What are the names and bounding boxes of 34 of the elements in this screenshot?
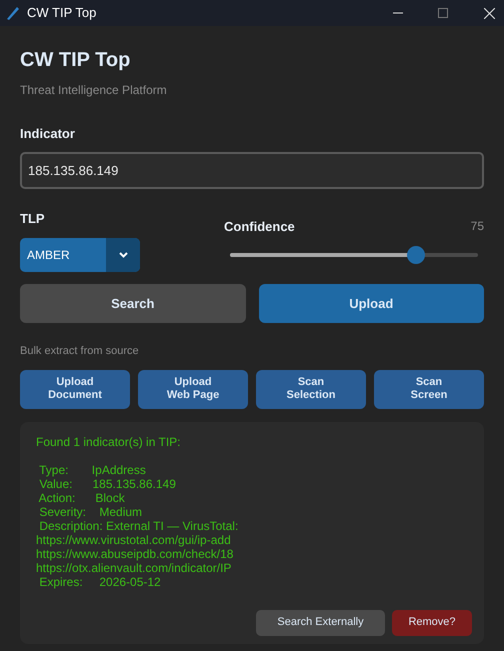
bulk-extract-label: Bulk extract from source: [20, 344, 140, 359]
result-line: Action: Block: [38, 490, 126, 504]
search-button[interactable]: Search: [20, 284, 246, 323]
upload-button[interactable]: Upload: [258, 284, 484, 323]
close-icon[interactable]: [484, 8, 495, 18]
indicator-label: Indicator: [20, 125, 76, 143]
remove-button[interactable]: Remove?: [392, 610, 472, 636]
bulk-action-button[interactable]: Upload Document: [20, 370, 130, 408]
app-title: CW TIP Top: [20, 48, 132, 72]
bulk-action-button[interactable]: Upload Web Page: [138, 370, 248, 408]
result-line: https://www.abuseipdb.com/check/18: [36, 546, 234, 560]
result-line: Description: External TI — VirusTotal:: [38, 518, 240, 532]
chevron-down-icon: [118, 252, 128, 258]
slider-thumb[interactable]: [407, 246, 425, 264]
confidence-slider[interactable]: [230, 246, 478, 264]
result-line: Expires: 2026-05-12: [38, 574, 162, 588]
result-line: Type: IpAddress: [38, 462, 147, 476]
tlp-dropdown[interactable]: AMBER: [20, 238, 140, 272]
bulk-action-button[interactable]: Scan Selection: [256, 370, 366, 408]
tlp-label: TLP: [20, 210, 46, 228]
indicator-field[interactable]: 185.135.86.149: [20, 152, 484, 188]
maximize-icon[interactable]: [438, 8, 448, 18]
result-line: Value: 185.135.86.149: [38, 476, 177, 490]
search-externally-button[interactable]: Search Externally: [256, 610, 385, 636]
bulk-action-button[interactable]: Scan Screen: [374, 370, 484, 408]
app-icon: [5, 5, 21, 21]
confidence-label: Confidence: [224, 218, 295, 236]
result-line: https://otx.alienvault.com/indicator/IP: [36, 560, 232, 574]
confidence-reading: 75: [470, 218, 484, 234]
subtitle: Threat Intelligence Platform: [20, 82, 168, 99]
result-line: Severity: Medium: [38, 504, 144, 518]
result-line: https://www.virustotal.com/gui/ip-add: [36, 532, 232, 546]
window-title: CW TIP Top: [27, 4, 96, 22]
result-line: Found 1 indicator(s) in TIP:: [36, 434, 182, 448]
